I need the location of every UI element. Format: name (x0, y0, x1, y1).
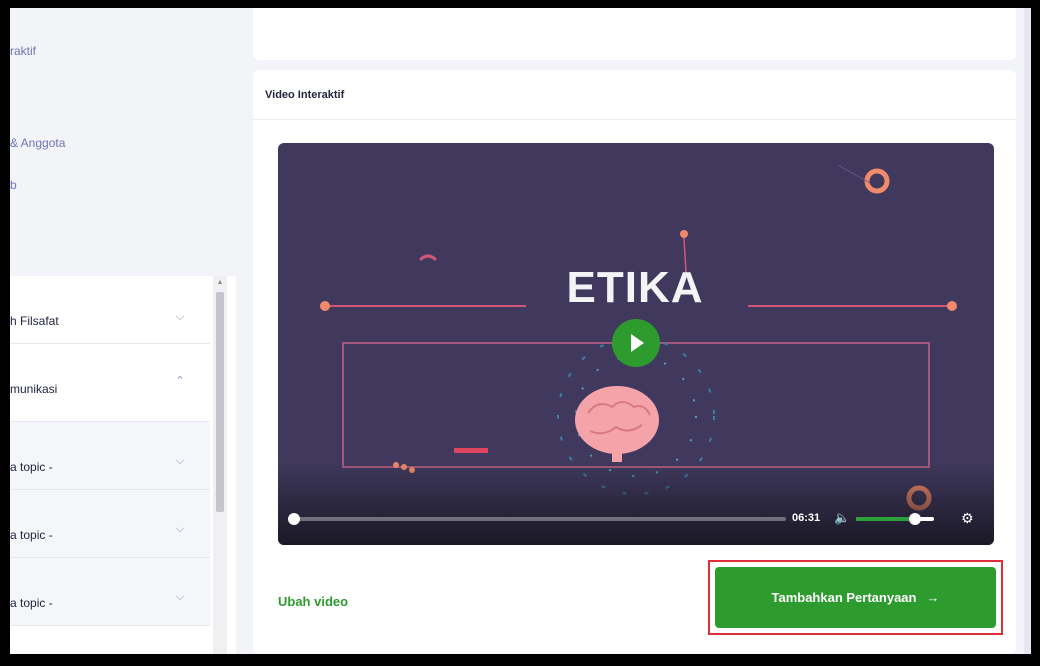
topic-item-5[interactable]: a topic - ⌵ (10, 558, 210, 626)
add-question-button[interactable]: Tambahkan Pertanyaan → (715, 567, 996, 628)
change-video-link[interactable]: Ubah video (278, 594, 348, 609)
topic-item-komunikasi[interactable]: munikasi ⌃ (10, 344, 210, 422)
chevron-down-icon[interactable]: ⌵ (173, 310, 187, 324)
video-controls: 06:31 🔈 ⚙ (278, 461, 994, 545)
topic-select-label: a topic - (10, 596, 53, 610)
sidebar-link-partial[interactable]: b (10, 178, 17, 192)
topic-select-label: a topic - (10, 528, 53, 542)
top-card (253, 8, 1016, 60)
play-icon (631, 334, 644, 352)
play-button[interactable] (612, 319, 660, 367)
gear-icon[interactable]: ⚙ (961, 510, 974, 527)
topic-list: h Filsafat ⌵ munikasi ⌃ a topic - ⌵ a to… (10, 276, 236, 654)
topic-item-filsafat[interactable]: h Filsafat ⌵ (10, 276, 210, 344)
topic-item-3[interactable]: a topic - ⌵ (10, 422, 210, 490)
topic-item-4[interactable]: a topic - ⌵ (10, 490, 210, 558)
arrow-right-icon: → (926, 590, 940, 605)
card-header: Video Interaktif (253, 70, 1016, 120)
topic-label: munikasi (10, 382, 58, 396)
card-title: Video Interaktif (265, 89, 345, 101)
sidebar-link-interaktif[interactable]: raktif (10, 44, 36, 58)
volume-icon[interactable]: 🔈 (834, 510, 850, 526)
progress-bar[interactable] (288, 513, 786, 525)
progress-knob[interactable] (288, 513, 300, 525)
sidebar: raktif & Anggota b h Filsafat ⌵ munikasi… (10, 8, 246, 654)
topic-label: h Filsafat (10, 314, 59, 328)
sidebar-link-anggota[interactable]: & Anggota (10, 136, 65, 150)
sidebar-scrollbar[interactable]: ▲ (213, 276, 227, 654)
scroll-up-arrow-icon[interactable]: ▲ (216, 279, 224, 287)
chevron-up-icon[interactable]: ⌃ (173, 374, 187, 388)
volume-knob[interactable] (908, 513, 921, 525)
add-question-label: Tambahkan Pertanyaan (771, 590, 917, 605)
chevron-down-icon[interactable]: ⌵ (173, 454, 187, 468)
app-frame: raktif & Anggota b h Filsafat ⌵ munikasi… (10, 8, 1031, 654)
scrollbar-thumb[interactable] (216, 292, 224, 512)
volume-fill (856, 517, 915, 521)
volume-slider[interactable] (856, 513, 934, 525)
video-title-text: ETIKA (566, 263, 704, 312)
time-display: 06:31 (792, 512, 821, 524)
page-edge (1024, 8, 1031, 654)
video-player[interactable]: ETIKA 06:31 🔈 ⚙ (278, 143, 994, 545)
video-card: Video Interaktif ETIKA 06:31 🔈 ⚙ Ubah vi… (253, 70, 1016, 654)
chevron-down-icon[interactable]: ⌵ (173, 522, 187, 536)
topic-select-label: a topic - (10, 460, 53, 474)
chevron-down-icon[interactable]: ⌵ (173, 590, 187, 604)
